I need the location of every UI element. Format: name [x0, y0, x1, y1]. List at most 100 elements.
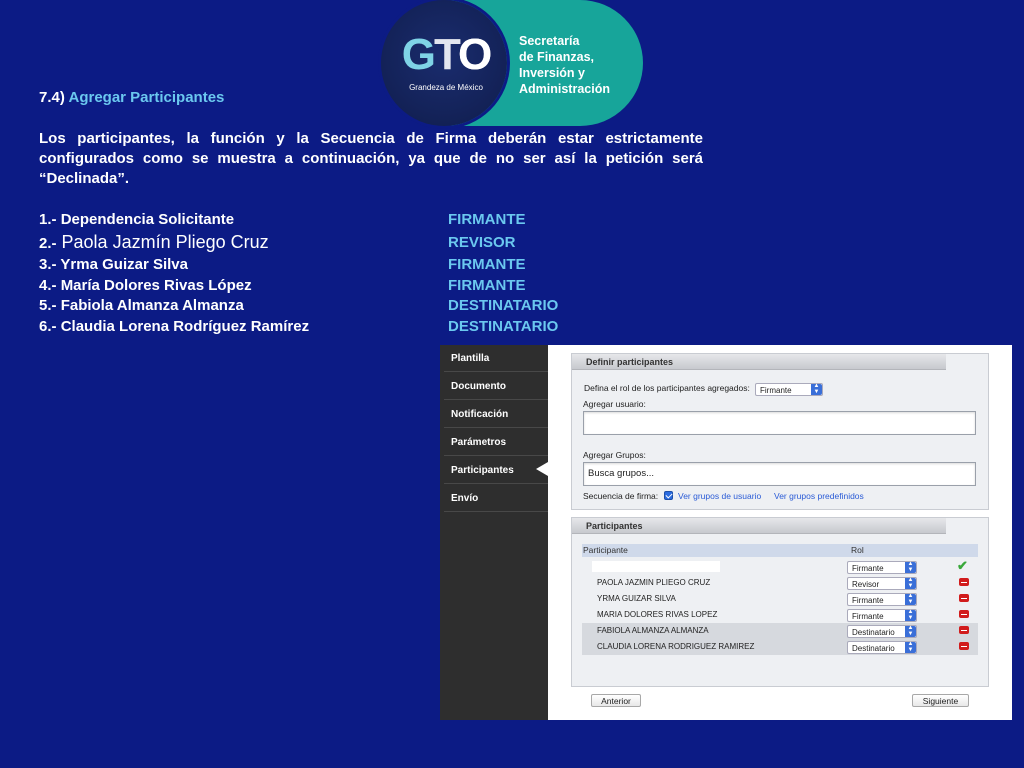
role-select[interactable]: Firmante ▲ ▼	[755, 383, 823, 396]
participant-row: 3.- Yrma Guizar Silva FIRMANTE	[39, 256, 659, 276]
row-role-select[interactable]: Destinatario ▲ ▼	[847, 641, 917, 654]
sidebar-item-plantilla[interactable]: Plantilla	[444, 345, 548, 372]
participant-row: 2.- Paola Jazmín Pliego Cruz REVISOR	[39, 232, 659, 254]
table-row: Firmante ▲ ▼ ✔	[582, 559, 978, 575]
define-participants-panel: Definir participantes Defina el rol de l…	[571, 353, 989, 510]
row-role-value: Destinatario	[852, 628, 895, 637]
add-user-input[interactable]	[583, 411, 976, 435]
participant-name: FABIOLA ALMANZA ALMANZA	[597, 626, 709, 635]
participant-number: 4.-	[39, 277, 57, 294]
participant-role: FIRMANTE	[448, 211, 526, 228]
predefined-groups-link[interactable]: Ver grupos predefinidos	[774, 491, 864, 501]
app-screenshot: Plantilla Documento Notificación Parámet…	[440, 345, 1012, 720]
row-role-select[interactable]: Destinatario ▲ ▼	[847, 625, 917, 638]
remove-icon[interactable]	[959, 578, 969, 586]
active-step-pointer-icon	[536, 462, 548, 476]
participant-role: REVISOR	[448, 234, 516, 251]
select-arrows-icon: ▲ ▼	[905, 561, 916, 573]
next-button[interactable]: Siguiente	[912, 694, 969, 707]
sidebar-item-parametros[interactable]: Parámetros	[444, 429, 548, 456]
participant-row: 1.- Dependencia Solicitante FIRMANTE	[39, 211, 659, 231]
sidebar-item-documento[interactable]: Documento	[444, 373, 548, 400]
remove-icon[interactable]	[959, 610, 969, 618]
participant-row: 6.- Claudia Lorena Rodríguez Ramírez DES…	[39, 318, 659, 338]
panel-title: Definir participantes	[572, 354, 946, 370]
participant-role: DESTINATARIO	[448, 318, 559, 335]
table-row: YRMA GUIZAR SILVA Firmante ▲ ▼	[582, 591, 978, 607]
table-row: FABIOLA ALMANZA ALMANZA Destinatario ▲ ▼	[582, 623, 978, 639]
table-row: MARIA DOLORES RIVAS LOPEZ Firmante ▲ ▼	[582, 607, 978, 623]
select-arrows-icon: ▲ ▼	[905, 625, 916, 637]
logo-line: Administración	[519, 82, 610, 96]
col-role: Rol	[851, 545, 864, 555]
participant-row: 4.- María Dolores Rivas López FIRMANTE	[39, 277, 659, 297]
participant-name-blank	[592, 561, 720, 572]
row-role-value: Firmante	[852, 564, 884, 573]
sequence-checkbox[interactable]	[664, 491, 673, 500]
participant-name: PAOLA JAZMIN PLIEGO CRUZ	[597, 578, 711, 587]
section-number: 7.4)	[39, 89, 65, 106]
select-arrows-icon: ▲ ▼	[811, 383, 822, 395]
participant-role: FIRMANTE	[448, 256, 526, 273]
sidebar-item-envio[interactable]: Envío	[444, 485, 548, 512]
section-title: 7.4) Agregar Participantes	[39, 89, 224, 106]
participant-role: DESTINATARIO	[448, 297, 559, 314]
row-role-select[interactable]: Firmante ▲ ▼	[847, 609, 917, 622]
select-arrows-icon: ▲ ▼	[905, 593, 916, 605]
add-groups-label: Agregar Grupos:	[583, 450, 646, 460]
logo-text: Secretaría de Finanzas, Inversión y Admi…	[519, 33, 610, 97]
table-row: CLAUDIA LORENA RODRIGUEZ RAMIREZ Destina…	[582, 639, 978, 655]
participant-name: Claudia Lorena Rodríguez Ramírez	[60, 318, 310, 335]
logo-line: Secretaría	[519, 34, 580, 48]
groups-search-input[interactable]: Busca grupos...	[583, 462, 976, 486]
participant-name: Paola Jazmín Pliego Cruz	[61, 232, 269, 252]
remove-icon[interactable]	[959, 626, 969, 634]
logo-mark: GTO	[401, 30, 493, 79]
user-groups-link[interactable]: Ver grupos de usuario	[678, 491, 761, 501]
sidebar-item-participantes[interactable]: Participantes	[444, 457, 548, 484]
row-role-select[interactable]: Revisor ▲ ▼	[847, 577, 917, 590]
participant-row: 5.- Fabiola Almanza Almanza DESTINATARIO	[39, 297, 659, 317]
col-participant: Participante	[583, 545, 628, 555]
participant-name: Yrma Guizar Silva	[60, 256, 188, 273]
participants-table-header: Participante Rol	[582, 544, 978, 557]
remove-icon[interactable]	[959, 594, 969, 602]
sequence-label: Secuencia de firma:	[583, 491, 659, 501]
row-role-select[interactable]: Firmante ▲ ▼	[847, 593, 917, 606]
select-arrows-icon: ▲ ▼	[905, 577, 916, 589]
participant-number: 6.-	[39, 318, 57, 335]
participant-name: María Dolores Rivas López	[60, 277, 252, 294]
participant-role: FIRMANTE	[448, 277, 526, 294]
logo-line: Inversión y	[519, 66, 585, 80]
logo-line: de Finanzas,	[519, 50, 595, 64]
row-role-value: Destinatario	[852, 644, 895, 653]
participant-name: Dependencia Solicitante	[60, 211, 235, 228]
participant-number: 2.-	[39, 235, 57, 252]
row-role-value: Firmante	[852, 612, 884, 621]
gto-logo: GTO Grandeza de México Secretaría de Fin…	[381, 0, 643, 126]
row-role-value: Firmante	[852, 596, 884, 605]
participant-name: YRMA GUIZAR SILVA	[597, 594, 676, 603]
intro-paragraph: Los participantes, la función y la Secue…	[39, 130, 703, 187]
participant-name: Fabiola Almanza Almanza	[60, 297, 244, 314]
row-role-select[interactable]: Firmante ▲ ▼	[847, 561, 917, 574]
select-arrows-icon: ▲ ▼	[905, 641, 916, 653]
remove-icon[interactable]	[959, 642, 969, 650]
section-name: Agregar Participantes	[68, 89, 225, 106]
wizard-sidebar: Plantilla Documento Notificación Parámet…	[440, 345, 548, 720]
check-icon[interactable]: ✔	[957, 559, 971, 573]
wizard-content: Definir participantes Defina el rol de l…	[548, 345, 1012, 720]
add-user-label: Agregar usuario:	[583, 399, 646, 409]
logo-tagline: Grandeza de México	[409, 83, 483, 92]
role-select-value: Firmante	[760, 386, 792, 395]
participant-name: MARIA DOLORES RIVAS LOPEZ	[597, 610, 718, 619]
previous-button[interactable]: Anterior	[591, 694, 641, 707]
participant-number: 1.-	[39, 211, 57, 228]
participant-name: CLAUDIA LORENA RODRIGUEZ RAMIREZ	[597, 642, 755, 651]
participant-number: 3.-	[39, 256, 57, 273]
sidebar-item-notificacion[interactable]: Notificación	[444, 401, 548, 428]
participants-panel: Participantes Participante Rol Firmante ▲…	[571, 517, 989, 687]
panel-title: Participantes	[572, 518, 946, 534]
select-arrows-icon: ▲ ▼	[905, 609, 916, 621]
row-role-value: Revisor	[852, 580, 880, 589]
